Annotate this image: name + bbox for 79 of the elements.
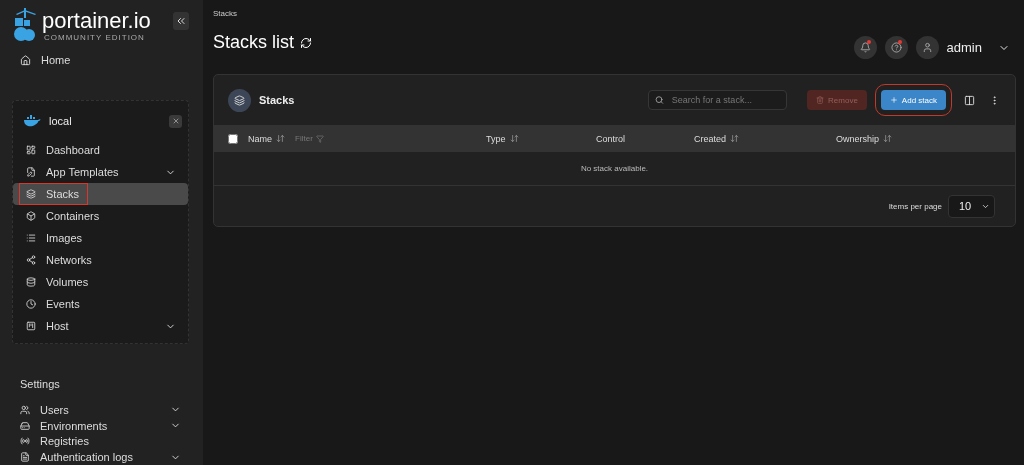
nav-label: Containers — [46, 210, 100, 223]
logo-subtitle: COMMUNITY EDITION — [44, 32, 145, 42]
sort-icon[interactable] — [276, 134, 285, 143]
nav-item[interactable]: Users — [12, 402, 189, 418]
add-button[interactable]: Add stack — [880, 90, 946, 110]
nav-item[interactable]: Registries — [12, 433, 189, 450]
collapse-sidebar-button[interactable] — [173, 12, 189, 30]
search-input[interactable]: Search for a stack... — [669, 94, 781, 106]
nav-icon — [26, 233, 36, 244]
nav-item[interactable]: Host — [13, 315, 188, 338]
notifications-button[interactable] — [853, 36, 877, 59]
page-title: Stacks list — [213, 32, 295, 53]
help-icon — [890, 42, 902, 53]
nav-icon — [26, 277, 36, 288]
close-button[interactable] — [169, 114, 182, 128]
layers-icon — [228, 88, 251, 112]
card-title: Stacks — [259, 94, 296, 106]
items-per-page-select[interactable]: 10 — [948, 194, 995, 218]
nav-item[interactable]: Images — [13, 227, 188, 250]
select-all-checkbox[interactable] — [228, 133, 238, 144]
nav-item[interactable]: Networks — [13, 249, 188, 272]
column-header[interactable]: Ownership — [836, 133, 880, 144]
user-avatar[interactable] — [915, 36, 939, 59]
nav-item[interactable]: Volumes — [13, 271, 188, 294]
nav-icon — [20, 420, 30, 431]
double-chevron-left-icon — [175, 15, 187, 27]
nav-icon — [26, 145, 36, 156]
empty-message: No stack available. — [580, 164, 649, 173]
nav-label: App Templates — [46, 166, 119, 179]
nav-item[interactable]: Dashboard — [13, 139, 188, 162]
nav-item[interactable]: Environments — [12, 417, 189, 434]
sort-icon[interactable] — [883, 134, 893, 143]
section-heading: Settings — [20, 378, 61, 391]
nav-label: Stacks — [46, 188, 79, 201]
nav-label: Dashboard — [46, 144, 100, 157]
breadcrumb: Stacks — [213, 9, 238, 18]
nav-label: Host — [46, 320, 69, 333]
column-header[interactable]: Control — [596, 133, 625, 144]
whale-icon — [23, 115, 41, 128]
logo-name: portainer.io — [42, 8, 151, 33]
user-name[interactable]: admin — [946, 40, 982, 55]
nav-item[interactable]: Authentication logs — [12, 449, 189, 465]
close-icon — [171, 117, 180, 126]
sort-icon[interactable] — [509, 134, 519, 143]
filter-icon — [315, 134, 324, 143]
nav-icon — [26, 211, 36, 222]
nav-item[interactable]: Events — [13, 293, 188, 316]
logo-icon — [12, 8, 38, 42]
refresh-icon[interactable] — [300, 36, 313, 49]
column-header[interactable]: Type — [486, 133, 506, 144]
help-button[interactable] — [884, 36, 908, 59]
nav-label: Images — [46, 232, 83, 245]
bell-icon — [859, 42, 871, 53]
trash-icon — [816, 96, 825, 104]
nav-icon — [20, 452, 30, 463]
nav-icon — [20, 436, 30, 447]
column-header[interactable]: Created — [694, 133, 727, 144]
nav-item[interactable]: Containers — [13, 205, 188, 228]
items-per-page-label: Items per page — [888, 201, 942, 211]
nav-label: Networks — [46, 254, 92, 267]
nav-icon — [26, 167, 36, 178]
nav-label: Volumes — [46, 276, 89, 289]
nav-item[interactable]: App Templates — [13, 161, 188, 184]
home-icon — [20, 54, 31, 66]
nav-item[interactable]: Stacks — [13, 183, 188, 206]
nav-icon — [20, 404, 30, 415]
nav-item[interactable]: Home — [12, 52, 189, 69]
nav-icon — [26, 321, 36, 332]
nav-icon — [26, 255, 36, 266]
search-field[interactable]: Search for a stack... — [648, 90, 788, 110]
nav-icon — [26, 189, 36, 200]
plus-icon — [889, 96, 898, 104]
nav-icon — [26, 299, 36, 310]
column-header[interactable]: Name — [248, 133, 272, 144]
nav-label: Events — [46, 298, 80, 311]
user-icon — [921, 42, 933, 53]
search-icon — [655, 95, 664, 105]
sort-icon[interactable] — [730, 134, 740, 143]
environment-name: local — [49, 115, 73, 128]
